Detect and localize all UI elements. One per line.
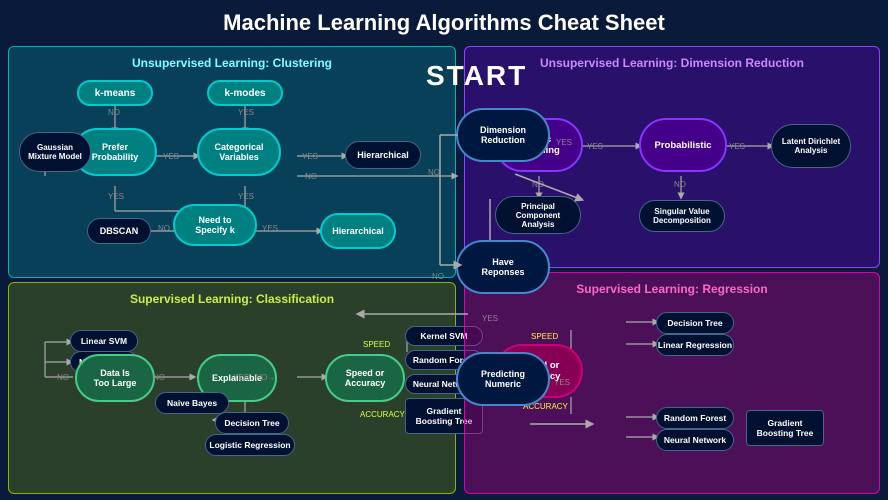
label-yes3: YES xyxy=(302,152,318,161)
unsupervised-clustering-header: Unsupervised Learning: Clustering xyxy=(15,53,449,76)
gmm-node: GaussianMixture Model xyxy=(19,132,91,172)
unsupervised-clustering-section: Unsupervised Learning: Clustering xyxy=(8,46,456,278)
label-dim-no2: NO xyxy=(674,180,686,189)
speed-accuracy-class-node: Speed orAccuracy xyxy=(325,354,405,402)
hierarchical2-node: Hierarchical xyxy=(320,213,396,249)
categorical-node: CategoricalVariables xyxy=(197,128,281,176)
linear-svm-node: Linear SVM xyxy=(70,330,138,352)
predicting-numeric-node: PredictingNumeric xyxy=(456,352,550,406)
label-class-yes2: YES↓ NO→ xyxy=(233,373,275,382)
label-yes2: YES xyxy=(163,152,179,161)
logistic-reg-node: Logistic Regression xyxy=(205,434,295,456)
naive-bayes2-node: Naive Bayes xyxy=(155,392,229,414)
label-dim-yes2: YES xyxy=(729,142,745,151)
label-dim-no: NO xyxy=(428,168,440,177)
label-center-yes2: YES xyxy=(482,314,498,323)
supervised-classification-section: Supervised Learning: Classification xyxy=(8,282,456,494)
probabilistic-node: Probabilistic xyxy=(639,118,727,172)
label-reg-speed: SPEED xyxy=(531,332,558,341)
decision-tree-reg-node: Decision Tree xyxy=(656,312,734,334)
label-speed: SPEED xyxy=(363,340,390,349)
linear-reg-node: Linear Regression xyxy=(656,334,734,356)
label-dim-yes1: YES xyxy=(587,142,603,151)
kmeans-node: k-means xyxy=(77,80,153,106)
label-center-yes3: YES xyxy=(554,378,570,387)
classification-content: Linear SVM Naive Bayes NO Data IsToo Lar… xyxy=(15,312,449,467)
random-forest-reg-node: Random Forest xyxy=(656,407,734,429)
supervised-classification-header: Supervised Learning: Classification xyxy=(15,289,449,312)
clustering-content: k-means k-modes NO YES PreferProbability… xyxy=(15,76,449,236)
need-k-node: Need toSpecify k xyxy=(173,204,257,246)
pca-node: PrincipalComponentAnalysis xyxy=(495,196,581,234)
start-label: START xyxy=(426,60,527,92)
label-accuracy: ACCURACY xyxy=(360,410,405,419)
label-class-no1: NO xyxy=(57,373,69,382)
unsupervised-dimension-header: Unsupervised Learning: Dimension Reducti… xyxy=(471,53,873,76)
hierarchical1-node: Hierarchical xyxy=(345,141,421,169)
svd-node: Singular ValueDecomposition xyxy=(639,200,725,232)
label-dim-no1: NO xyxy=(532,180,544,189)
label-no4: NO xyxy=(305,172,317,181)
dbscan-node: DBSCAN xyxy=(87,218,151,244)
latent-dirichlet-node: Latent DirichletAnalysis xyxy=(771,124,851,168)
label-yes6: YES xyxy=(262,224,278,233)
label-no1: NO xyxy=(108,108,120,117)
neural-network-reg-node: Neural Network xyxy=(656,429,734,451)
kmodes-node: k-modes xyxy=(207,80,283,106)
label-center-yes1: YES xyxy=(556,138,572,147)
decision-tree-class-node: Decision Tree xyxy=(215,412,289,434)
label-yes4: YES xyxy=(108,192,124,201)
page-title: Machine Learning Algorithms Cheat Sheet xyxy=(0,0,888,42)
label-class-no2: NO xyxy=(153,373,165,382)
gradient-boost-reg-node: GradientBoosting Tree xyxy=(746,410,824,446)
data-large-node: Data IsToo Large xyxy=(75,354,155,402)
label-no3: NO xyxy=(158,224,170,233)
label-yes1: YES xyxy=(238,108,254,117)
label-yes5: YES xyxy=(238,192,254,201)
